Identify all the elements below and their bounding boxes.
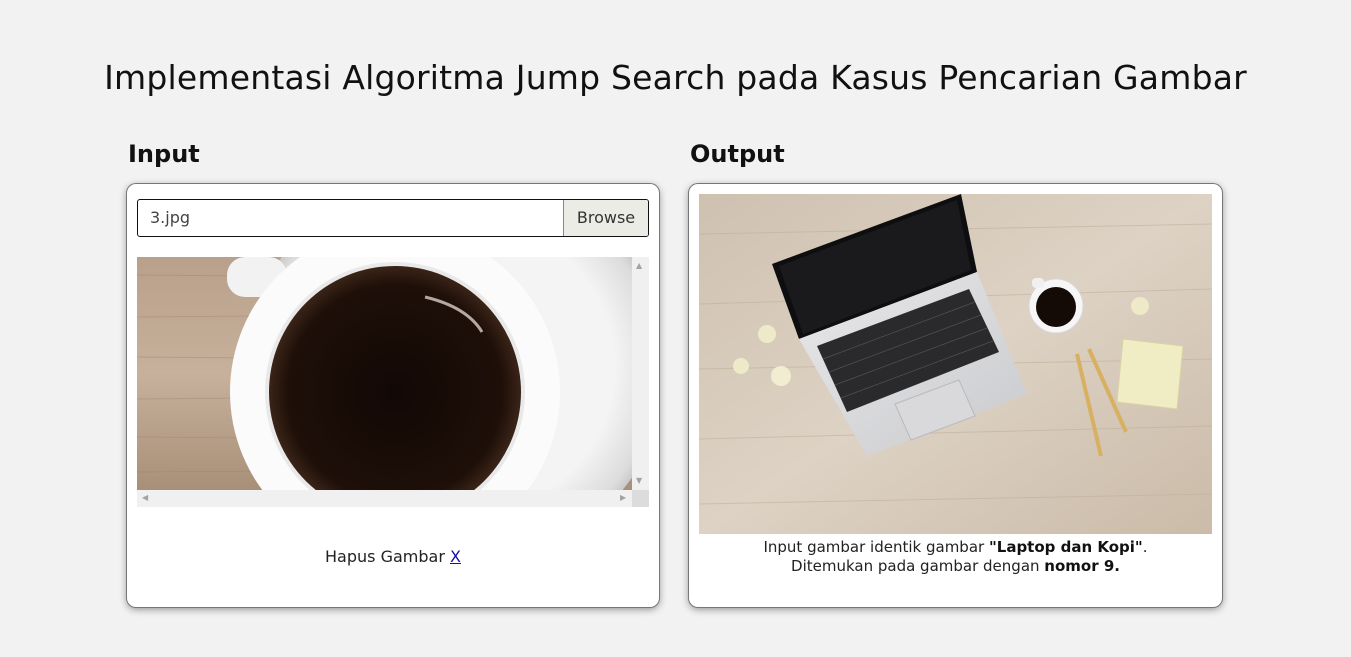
remove-image-row: Hapus Gambar X — [127, 547, 659, 566]
browse-button[interactable]: Browse — [563, 200, 648, 236]
output-heading: Output — [690, 140, 785, 168]
chevron-left-icon[interactable]: ◀ — [142, 494, 148, 502]
file-name-field[interactable]: 3.jpg — [138, 200, 563, 236]
matched-image-number: nomor 9. — [1044, 557, 1120, 575]
page-title: Implementasi Algoritma Jump Search pada … — [104, 58, 1247, 97]
horizontal-scrollbar[interactable]: ◀ ▶ — [137, 490, 632, 507]
result-line-1: Input gambar identik gambar "Laptop dan … — [689, 538, 1222, 557]
input-heading: Input — [128, 140, 200, 168]
coffee-cup-preview-image — [137, 257, 632, 490]
chevron-right-icon[interactable]: ▶ — [620, 494, 626, 502]
chevron-down-icon[interactable]: ▼ — [636, 477, 642, 485]
result-line-1-suffix: . — [1142, 538, 1148, 556]
output-panel: Input gambar identik gambar "Laptop dan … — [689, 184, 1222, 607]
result-line-1-prefix: Input gambar identik gambar — [763, 538, 989, 556]
scroll-corner — [632, 490, 649, 507]
matched-image-name: "Laptop dan Kopi" — [988, 538, 1143, 556]
image-preview-scroll-area[interactable]: ▲ ▼ ◀ ▶ — [137, 257, 649, 507]
remove-image-link[interactable]: X — [450, 547, 461, 566]
laptop-coffee-result-image — [699, 194, 1212, 534]
remove-image-label: Hapus Gambar — [325, 547, 445, 566]
chevron-up-icon[interactable]: ▲ — [636, 262, 642, 270]
result-line-2: Ditemukan pada gambar dengan nomor 9. — [689, 557, 1222, 576]
result-line-2-prefix: Ditemukan pada gambar dengan — [791, 557, 1045, 575]
input-panel: 3.jpg Browse ▲ ▼ ◀ ▶ Hapus Gambar X — [127, 184, 659, 607]
result-message: Input gambar identik gambar "Laptop dan … — [689, 538, 1222, 576]
file-input[interactable]: 3.jpg Browse — [137, 199, 649, 237]
vertical-scrollbar[interactable]: ▲ ▼ — [632, 257, 649, 490]
